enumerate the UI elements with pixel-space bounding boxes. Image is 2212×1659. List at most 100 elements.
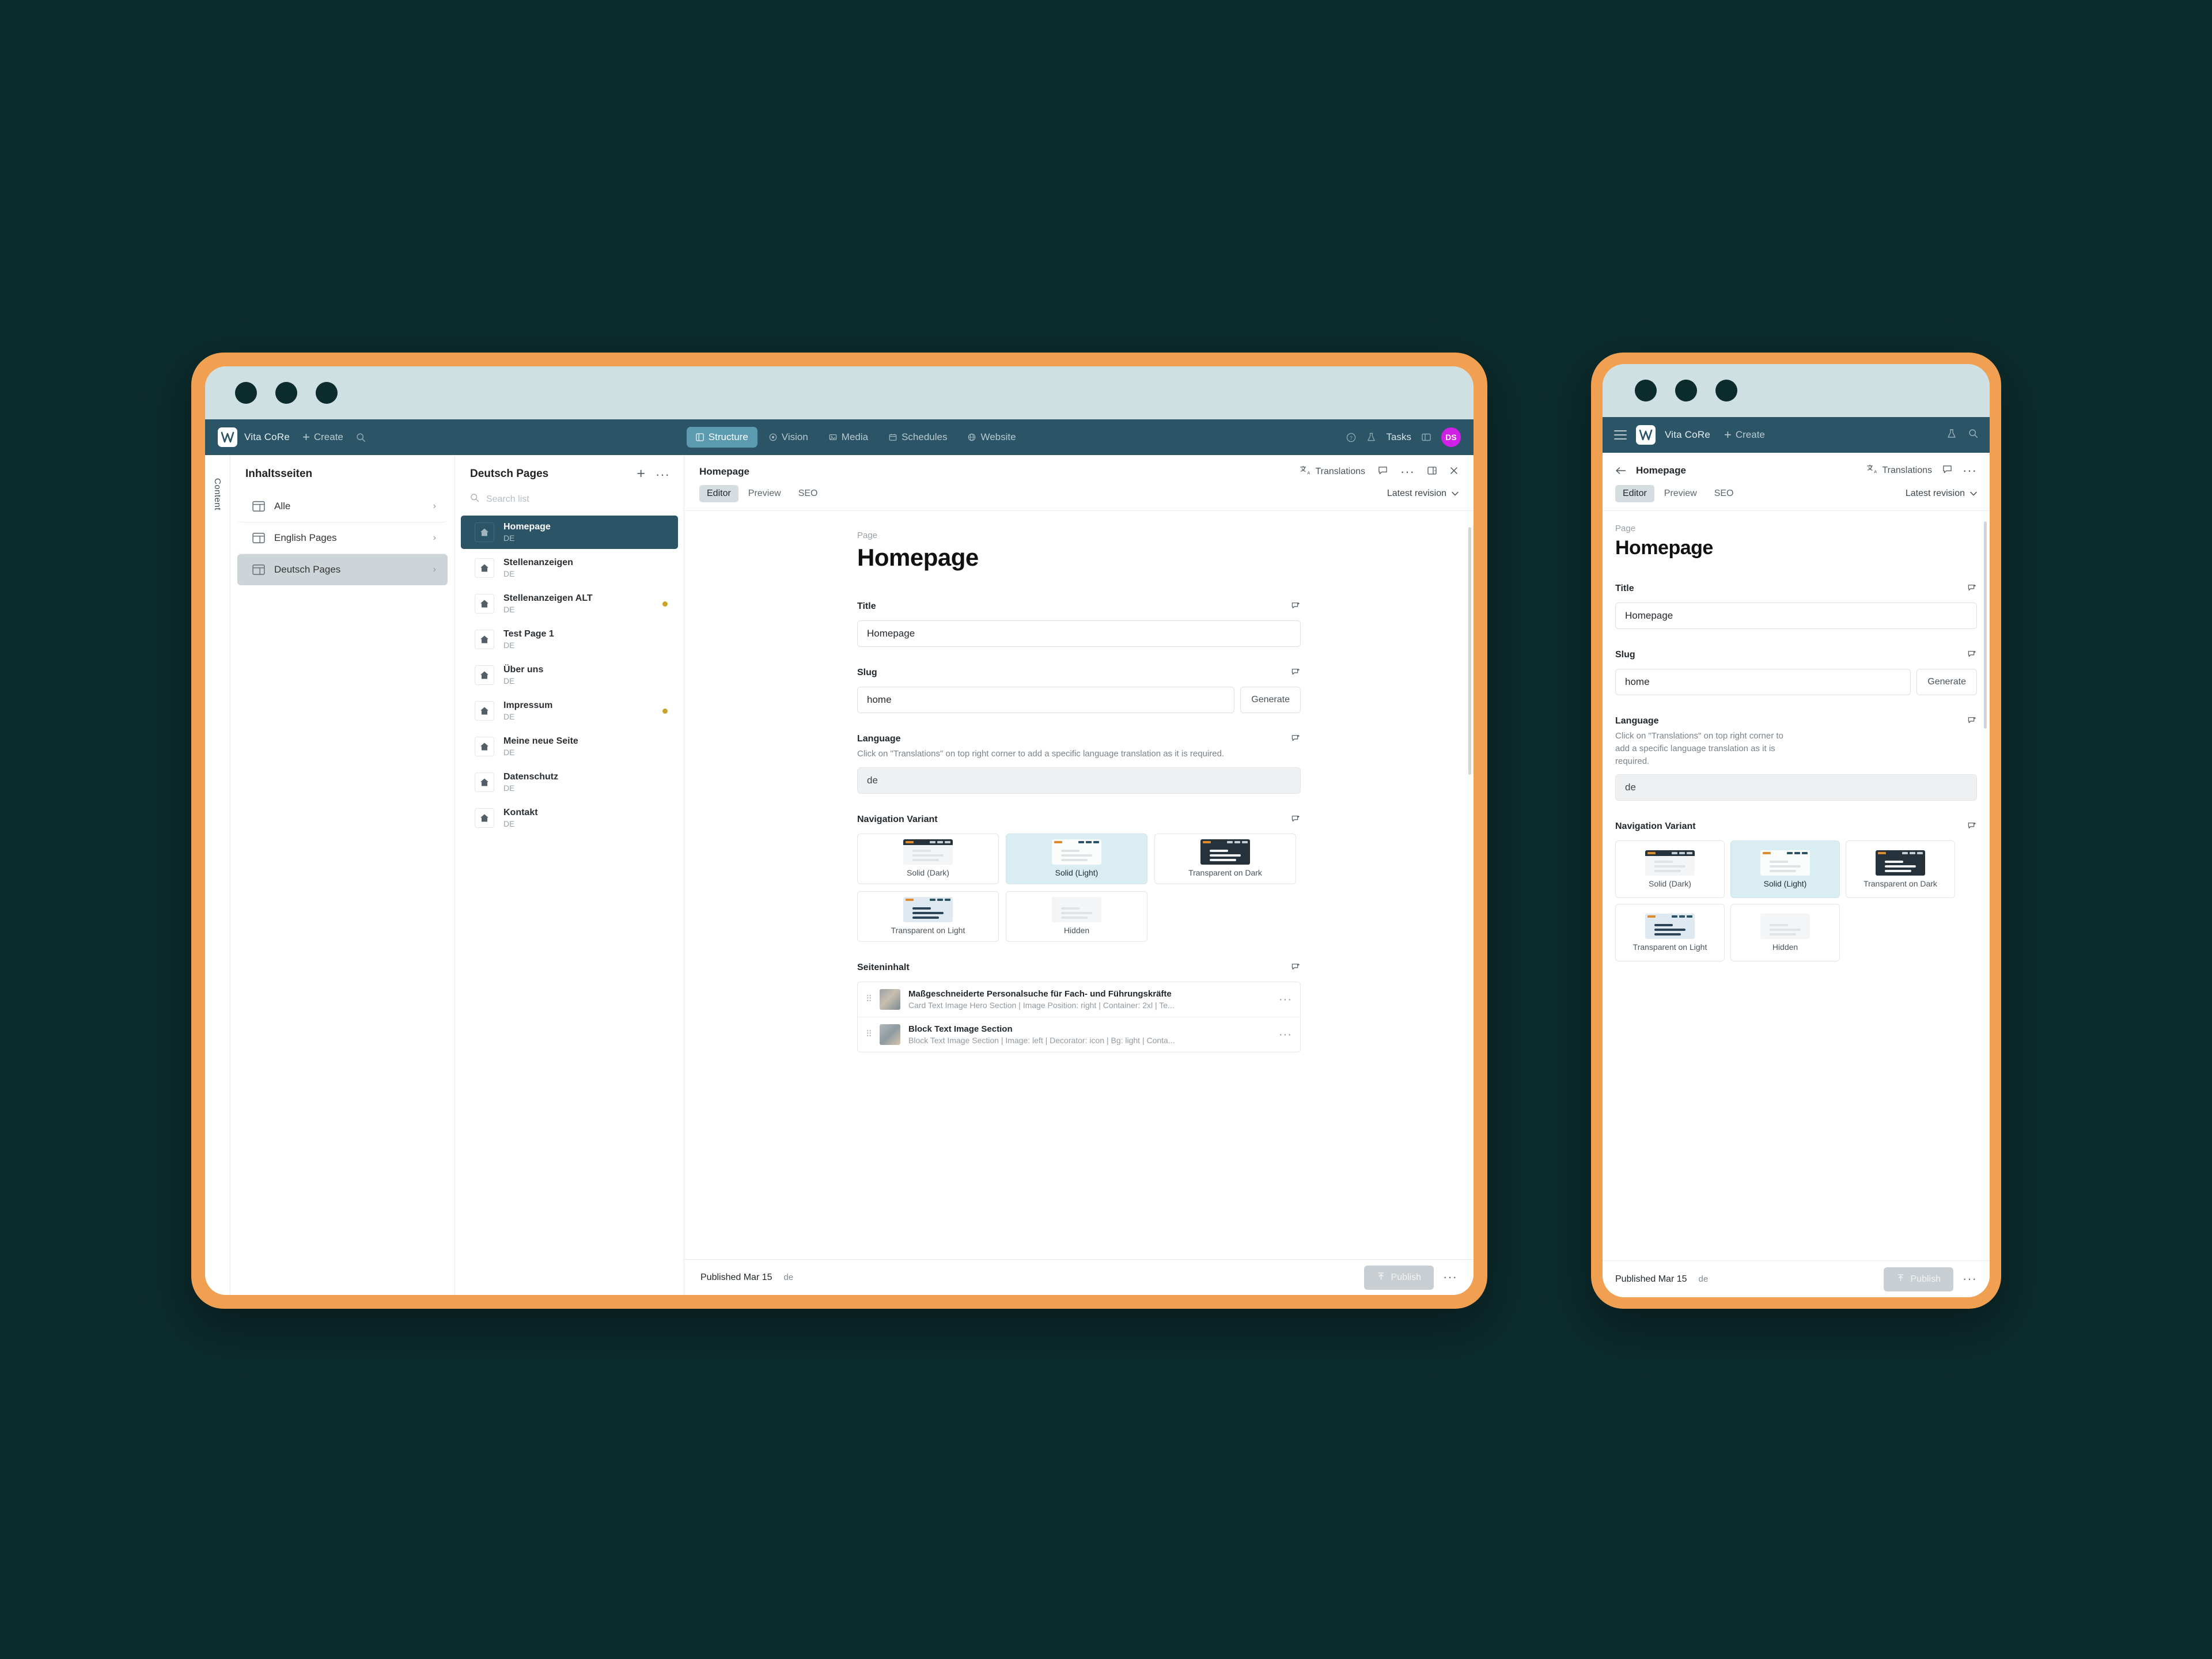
- revision-selector[interactable]: Latest revision: [1387, 488, 1459, 499]
- window-dot-close[interactable]: [1635, 380, 1657, 402]
- nav-tab-website[interactable]: Website: [959, 427, 1025, 448]
- back-arrow-icon[interactable]: [1615, 466, 1627, 475]
- search-icon[interactable]: [356, 433, 366, 442]
- tab-preview[interactable]: Preview: [741, 485, 789, 502]
- lab-flask-icon[interactable]: [1946, 429, 1957, 442]
- editor-more-icon[interactable]: ···: [1400, 465, 1415, 478]
- add-comment-icon[interactable]: [1968, 584, 1977, 596]
- page-list-item[interactable]: Datenschutz DE: [461, 766, 678, 799]
- window-dot-maximize[interactable]: [1715, 380, 1737, 402]
- window-dot-maximize[interactable]: [316, 382, 338, 404]
- lab-flask-icon[interactable]: [1366, 432, 1376, 442]
- brand[interactable]: Vita CoRe: [218, 427, 290, 447]
- page-content-row[interactable]: ⠿ Block Text Image Section Block Text Im…: [858, 1017, 1300, 1052]
- translations-button[interactable]: A Translations: [1867, 464, 1932, 477]
- variant-option-solid-dark[interactable]: Solid (Dark): [1615, 840, 1725, 899]
- page-list-item[interactable]: Meine neue Seite DE: [461, 730, 678, 763]
- open-in-panel-icon[interactable]: [1427, 466, 1437, 478]
- tab-editor[interactable]: Editor: [1615, 485, 1654, 502]
- variant-option-transparent-light[interactable]: Transparent on Light: [1615, 904, 1725, 962]
- search-icon[interactable]: [1968, 429, 1978, 441]
- chevron-down-icon: [1452, 488, 1459, 499]
- footer-more-icon[interactable]: ···: [1963, 1272, 1977, 1285]
- slug-input[interactable]: home: [857, 687, 1235, 713]
- tab-preview[interactable]: Preview: [1657, 485, 1705, 502]
- editor-more-icon[interactable]: ···: [1963, 464, 1977, 476]
- page-list-item[interactable]: Impressum DE: [461, 694, 678, 728]
- drag-handle-icon[interactable]: ⠿: [866, 995, 872, 1003]
- add-comment-icon[interactable]: [1291, 815, 1301, 827]
- plus-icon: +: [1724, 427, 1732, 442]
- publish-button[interactable]: Publish: [1883, 1267, 1954, 1291]
- slug-input[interactable]: home: [1615, 669, 1911, 695]
- page-list-item[interactable]: Stellenanzeigen ALT DE: [461, 587, 678, 620]
- window-dot-minimize[interactable]: [275, 382, 297, 404]
- page-list-item[interactable]: Über uns DE: [461, 658, 678, 692]
- structure-item-english-pages[interactable]: English Pages ›: [237, 522, 448, 554]
- variant-option-solid-dark[interactable]: Solid (Dark): [857, 833, 999, 884]
- generate-slug-button[interactable]: Generate: [1916, 669, 1977, 695]
- nav-tab-structure[interactable]: Structure: [686, 427, 757, 448]
- add-comment-icon[interactable]: [1291, 668, 1301, 680]
- nav-tab-schedules[interactable]: Schedules: [880, 427, 956, 448]
- variant-option-hidden[interactable]: Hidden: [1730, 904, 1840, 962]
- create-button[interactable]: + Create: [1724, 429, 1765, 441]
- variant-option-transparent-light[interactable]: Transparent on Light: [857, 891, 999, 942]
- variant-option-transparent-dark[interactable]: Transparent on Dark: [1154, 833, 1296, 884]
- add-comment-icon[interactable]: [1291, 963, 1301, 975]
- page-list-item[interactable]: Test Page 1 DE: [461, 623, 678, 656]
- language-input[interactable]: de: [1615, 774, 1977, 801]
- mobile-scrollbar[interactable]: [1984, 521, 1987, 729]
- hamburger-menu-icon[interactable]: [1614, 430, 1627, 440]
- row-more-icon[interactable]: ···: [1279, 994, 1292, 1005]
- nav-tab-media[interactable]: Media: [820, 427, 877, 448]
- avatar[interactable]: DS: [1441, 427, 1461, 447]
- page-list-item[interactable]: Homepage DE: [461, 516, 678, 549]
- editor-scrollbar[interactable]: [1468, 527, 1471, 775]
- add-comment-icon[interactable]: [1291, 601, 1301, 613]
- structure-panel-title: Inhaltsseiten: [245, 468, 313, 480]
- tab-seo[interactable]: SEO: [791, 485, 825, 502]
- footer-more-icon[interactable]: ···: [1443, 1271, 1457, 1283]
- field-navigation-variant: Navigation Variant Solid (Dark) Solid (L…: [857, 815, 1301, 942]
- structure-item-alle[interactable]: Alle ›: [237, 491, 448, 522]
- title-input[interactable]: Homepage: [857, 620, 1301, 647]
- tasks-label[interactable]: Tasks: [1387, 431, 1411, 443]
- close-icon[interactable]: [1449, 466, 1459, 478]
- window-dot-minimize[interactable]: [1675, 380, 1697, 402]
- panel-toggle-icon[interactable]: [1422, 433, 1431, 442]
- row-more-icon[interactable]: ···: [1279, 1029, 1292, 1040]
- variant-option-solid-light[interactable]: Solid (Light): [1730, 840, 1840, 899]
- create-button[interactable]: + Create: [302, 431, 343, 444]
- nav-tab-vision[interactable]: Vision: [760, 427, 817, 448]
- variant-label: Transparent on Dark: [1188, 868, 1262, 878]
- add-comment-icon[interactable]: [1968, 821, 1977, 834]
- page-list-item[interactable]: Kontakt DE: [461, 801, 678, 835]
- variant-option-hidden[interactable]: Hidden: [1006, 891, 1147, 942]
- translations-button[interactable]: A Translations: [1300, 465, 1365, 478]
- help-icon[interactable]: ?: [1346, 433, 1356, 442]
- add-comment-icon[interactable]: [1968, 650, 1977, 662]
- field-slug: Slug home Generate: [857, 668, 1301, 713]
- title-input[interactable]: Homepage: [1615, 603, 1977, 629]
- window-dot-close[interactable]: [235, 382, 257, 404]
- page-content-row[interactable]: ⠿ Maßgeschneiderte Personalsuche für Fac…: [858, 982, 1300, 1017]
- comment-icon[interactable]: [1378, 465, 1388, 478]
- variant-option-transparent-dark[interactable]: Transparent on Dark: [1846, 840, 1955, 899]
- publish-button[interactable]: Publish: [1363, 1265, 1434, 1290]
- revision-selector[interactable]: Latest revision: [1906, 488, 1977, 499]
- comment-icon[interactable]: [1942, 464, 1952, 477]
- add-comment-icon[interactable]: [1291, 734, 1301, 746]
- add-comment-icon[interactable]: [1968, 716, 1977, 728]
- tab-editor[interactable]: Editor: [699, 485, 738, 502]
- search-list-input[interactable]: Search list: [455, 490, 684, 516]
- structure-item-deutsch-pages[interactable]: Deutsch Pages ›: [237, 554, 448, 585]
- drag-handle-icon[interactable]: ⠿: [866, 1030, 872, 1039]
- variant-option-solid-light[interactable]: Solid (Light): [1006, 833, 1147, 884]
- add-page-icon[interactable]: +: [637, 467, 645, 480]
- list-more-icon[interactable]: ···: [656, 468, 670, 480]
- language-input[interactable]: de: [857, 767, 1301, 794]
- generate-slug-button[interactable]: Generate: [1240, 687, 1301, 713]
- tab-seo[interactable]: SEO: [1707, 485, 1741, 502]
- page-list-item[interactable]: Stellenanzeigen DE: [461, 551, 678, 585]
